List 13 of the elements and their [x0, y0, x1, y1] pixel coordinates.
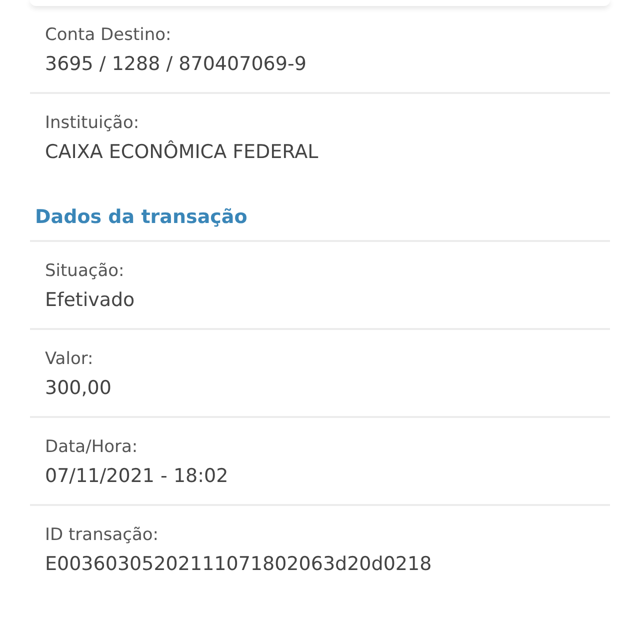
field-label: Instituição:	[45, 112, 140, 135]
field-value: E00360305202111071802063d20d0218	[45, 552, 433, 577]
field-value: CAIXA ECONÔMICA FEDERAL	[45, 139, 320, 165]
field-value: 3695 / 1288 / 870407069-9	[45, 52, 308, 77]
field-label: Conta Destino:	[45, 24, 172, 47]
field-label: Situação:	[45, 260, 126, 283]
section-title: Dados da transação	[35, 206, 248, 228]
field-value: 07/11/2021 - 18:02	[45, 464, 230, 489]
field-value: Efetivado	[45, 288, 136, 313]
field-label: Data/Hora:	[45, 436, 139, 459]
field-label: Valor:	[45, 348, 94, 371]
field-value: 300,00	[45, 376, 112, 401]
field-label: ID transação:	[45, 524, 160, 547]
